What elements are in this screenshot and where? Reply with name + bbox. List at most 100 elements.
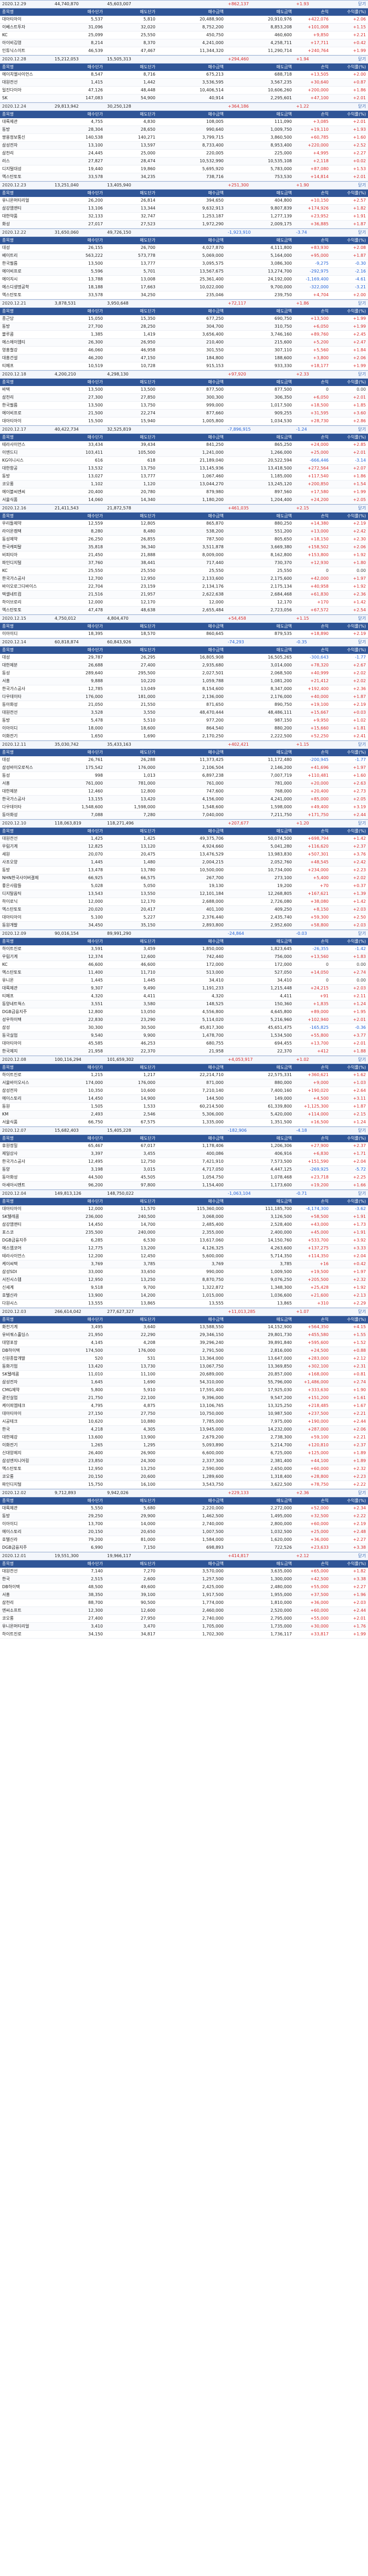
day-summary[interactable]: 2020.12.04 149,813,126 148,750,022 -1,063,1… bbox=[0, 1190, 368, 1198]
table-row[interactable]: 케이씨텍 3,769 3,785 3,769 3,785 +16 +0.42 bbox=[0, 1260, 368, 1268]
table-row[interactable]: 동방 29,250 29,900 1,462,500 1,495,000 +32,500 +… bbox=[0, 1513, 368, 1520]
table-row[interactable]: DGB금융지주 6,990 7,150 698,893 722,526 +23,633 +3… bbox=[0, 1544, 368, 1552]
table-row[interactable]: 대한항공 13,532 13,750 13,145,936 13,418,500 +272… bbox=[0, 465, 368, 473]
table-row[interactable]: 한국가스공사 12,785 13,049 8,154,600 8,347,000 +192… bbox=[0, 685, 368, 693]
table-row[interactable]: DB하이텍 48,500 49,600 2,425,000 2,480,000 +55,0… bbox=[0, 1583, 368, 1591]
table-row[interactable]: 하이트진로 1,215 1,217 22,214,710 22,575,331 +360,… bbox=[0, 1071, 368, 1079]
table-row[interactable]: 테라사이언스 33,434 39,434 841,250 865,250 +24,000 +… bbox=[0, 441, 368, 449]
table-row[interactable]: 서흥 9,888 10,220 1,059,788 1,081,200 +21,412 +2… bbox=[0, 677, 368, 685]
table-row[interactable]: 서흥 38,350 39,100 1,917,500 1,955,000 +37,500 +… bbox=[0, 1591, 368, 1599]
day-summary[interactable]: 2020.12.28 15,212,053 15,505,313 +294,460 +1… bbox=[0, 55, 368, 64]
table-row[interactable]: 하이로닉 12,000 12,170 2,688,000 2,726,080 +38,08… bbox=[0, 898, 368, 906]
table-row[interactable]: 이화전기 1,650 1,690 2,170,250 2,222,500 +52,250 +… bbox=[0, 733, 368, 741]
table-row[interactable]: 동성제약 26,250 26,855 787,500 805,650 +18,150 +2.… bbox=[0, 536, 368, 544]
table-row[interactable]: 한국 4,218 4,305 13,945,000 14,232,000 +287,000… bbox=[0, 1426, 368, 1434]
collapse-button[interactable]: 닫기 bbox=[331, 229, 368, 236]
table-row[interactable]: NHN한국사이버결제 66,925 66,575 267,700 273,100 +5,4… bbox=[0, 874, 368, 882]
collapse-button[interactable]: 닫기 bbox=[331, 820, 368, 827]
table-row[interactable]: 대원전선 7,140 7,270 3,570,000 3,635,000 +65,000 +… bbox=[0, 1568, 368, 1576]
table-row[interactable]: 삼성전자 1,645 1,690 54,310,000 55,796,000 +1,486… bbox=[0, 1379, 368, 1386]
table-row[interactable]: 서울식품 14,060 14,340 1,180,200 1,204,400 +24,20… bbox=[0, 496, 368, 504]
collapse-button[interactable]: 닫기 bbox=[331, 1127, 368, 1134]
table-row[interactable]: 다우데이타 176,000 181,000 2,136,000 2,176,000 +40… bbox=[0, 693, 368, 701]
day-summary[interactable]: 2020.12.11 35,030,742 35,433,163 +402,421 +1… bbox=[0, 741, 368, 749]
table-row[interactable]: 유비쿼스홀딩스 21,950 22,290 29,346,150 29,801,730 +… bbox=[0, 1331, 368, 1339]
table-row[interactable]: 대성 26,761 26,288 11,373,425 11,172,480 -200,9… bbox=[0, 756, 368, 764]
table-row[interactable]: 코오롱 27,400 27,950 2,740,000 2,795,000 +55,000… bbox=[0, 1615, 368, 1623]
table-row[interactable]: 다우데이타 1,548,600 1,598,000 1,548,600 1,598,00… bbox=[0, 804, 368, 811]
table-row[interactable]: 제일상사 3,397 3,455 400,086 406,916 +6,830 +1.71 bbox=[0, 1150, 368, 1158]
table-row[interactable]: 화천기계 3,495 3,640 13,588,550 14,152,900 +564,3… bbox=[0, 1323, 368, 1331]
table-row[interactable]: 파인디지털 37,760 38,441 717,440 730,370 +12,930 +1… bbox=[0, 559, 368, 567]
collapse-button[interactable]: 닫기 bbox=[331, 930, 368, 937]
table-row[interactable]: 대륙제관 9,307 9,490 1,191,233 1,215,448 +24,215 +… bbox=[0, 985, 368, 993]
collapse-button[interactable]: 닫기 bbox=[331, 1489, 368, 1497]
table-row[interactable]: 텍셀네트컴 21,516 21,957 2,622,638 2,684,468 +61,8… bbox=[0, 591, 368, 599]
table-row[interactable]: 삼강엠앤티 14,450 14,700 2,485,400 2,528,400 +43,0… bbox=[0, 1221, 368, 1229]
table-row[interactable]: 대아티아이 5,100 5,227 2,376,440 2,435,740 +59,300… bbox=[0, 914, 368, 922]
table-row[interactable]: DGB금융지주 6,285 6,530 13,617,060 14,150,760 +53… bbox=[0, 1237, 368, 1245]
table-row[interactable]: 에이지시 13,788 13,008 25,361,400 24,192,000 -1,1… bbox=[0, 276, 368, 284]
table-row[interactable]: 유니온머티리얼 3,410 3,470 1,705,000 1,735,000 +30,0… bbox=[0, 1623, 368, 1631]
table-row[interactable]: 동양 3,198 3,015 4,717,050 4,447,125 -269,925 -5… bbox=[0, 1166, 368, 1174]
table-row[interactable]: 대아티아이 12,000 11,570 115,360,000 111,185,700-… bbox=[0, 1205, 368, 1213]
table-row[interactable]: 엑스탄토토 47,478 48,638 2,655,484 2,723,056 +67,5… bbox=[0, 607, 368, 614]
table-row[interactable]: 비피티아 21,450 21,888 8,009,000 8,162,800 +153,8… bbox=[0, 551, 368, 559]
table-row[interactable]: 엔씨소프트 12,300 12,600 2,460,000 2,520,000 +60,0… bbox=[0, 1607, 368, 1615]
table-row[interactable]: 이화전기 1,265 1,295 5,093,890 5,214,700 +120,810… bbox=[0, 1442, 368, 1449]
table-row[interactable]: 이베스트투자 31,096 32,020 8,752,200 8,853,208 +101… bbox=[0, 24, 368, 32]
table-row[interactable]: 신대양제지 26,400 26,900 6,600,000 6,725,000 +125,… bbox=[0, 1449, 368, 1457]
table-row[interactable]: 서울식품 66,750 67,575 1,335,000 1,351,500 +16,50… bbox=[0, 1119, 368, 1127]
table-row[interactable]: 동양네트웍스 3,551 3,580 148,525 150,360 +1,835 +1.2… bbox=[0, 1000, 368, 1008]
day-summary[interactable]: 2020.12.09 90,016,154 89,991,290 -24,864 -0.… bbox=[0, 930, 368, 938]
table-row[interactable]: 동화기업 13,420 13,730 13,067,750 13,369,850 +302… bbox=[0, 1363, 368, 1371]
collapse-button[interactable]: 닫기 bbox=[331, 1056, 368, 1063]
table-row[interactable]: 삼강엠앤티 13,106 13,344 9,632,913 9,807,839 +174,… bbox=[0, 205, 368, 213]
table-row[interactable]: 동방 13,478 13,780 10,500,000 10,734,000 +234,0… bbox=[0, 867, 368, 874]
table-row[interactable]: 파인디지털 15,750 16,100 3,543,750 3,622,500 +78,7… bbox=[0, 1481, 368, 1489]
table-row[interactable]: 삼성엔지니어링 23,850 24,300 2,337,300 2,381,400 +44… bbox=[0, 1457, 368, 1465]
table-row[interactable]: 한국가스공사 13,155 13,420 4,156,000 4,241,000 +85,… bbox=[0, 796, 368, 804]
collapse-button[interactable]: 닫기 bbox=[331, 639, 368, 646]
table-row[interactable]: 엑스탄토토 11,400 11,710 513,000 527,050 +14,050 +2… bbox=[0, 969, 368, 977]
table-row[interactable]: 하이트진로 34,150 34,817 1,702,300 1,736,117 +33,8… bbox=[0, 1631, 368, 1639]
table-row[interactable]: SK 147,083 54,900 40,914 2,295,601 +47,100 +2.… bbox=[0, 95, 368, 102]
table-row[interactable]: 바이오로그디바이스 22,704 23,159 2,134,176 2,175,134 +… bbox=[0, 583, 368, 591]
collapse-button[interactable]: 닫기 bbox=[331, 1552, 368, 1560]
table-row[interactable]: 동아화성 44,500 45,505 1,054,750 1,078,468 +23,71… bbox=[0, 1174, 368, 1182]
table-row[interactable]: 유니온 1,445 1,445 34,410 34,410 0 0.00 bbox=[0, 977, 368, 985]
day-summary[interactable]: 2020.12.21 3,878,531 3,950,648 +72,117 +1.86… bbox=[0, 299, 368, 308]
table-row[interactable]: CMG제약 5,800 5,910 17,591,400 17,925,030 +333,… bbox=[0, 1386, 368, 1394]
table-row[interactable]: 성우하이텍 22,830 23,290 5,114,020 5,216,960 +102,… bbox=[0, 1016, 368, 1024]
collapse-button[interactable]: 닫기 bbox=[331, 741, 368, 748]
table-row[interactable]: 삼성전자 10,350 10,600 7,210,140 7,400,160 +190,0… bbox=[0, 1087, 368, 1095]
table-row[interactable]: 서진시스템 12,950 13,250 8,870,750 9,076,250 +205,… bbox=[0, 1276, 368, 1284]
table-row[interactable]: 대아티아이 5,537 5,810 20,488,900 20,910,976 +422,… bbox=[0, 16, 368, 24]
table-row[interactable]: 삼천리 24,445 25,000 220,005 225,000 +4,995 +2.27 bbox=[0, 150, 368, 158]
collapse-button[interactable]: 닫기 bbox=[331, 1190, 368, 1197]
table-row[interactable]: 대성 29,787 26,295 16,805,908 16,505,265 -300,6… bbox=[0, 654, 368, 662]
table-row[interactable]: KM 2,493 2,546 5,306,000 5,420,000 +114,000 +2… bbox=[0, 1111, 368, 1119]
collapse-button[interactable]: 닫기 bbox=[331, 103, 368, 110]
table-row[interactable]: 코오롱 20,150 20,600 1,289,600 1,318,400 +28,800… bbox=[0, 1473, 368, 1481]
collapse-button[interactable]: 닫기 bbox=[331, 505, 368, 512]
table-row[interactable]: 사조오양 1,445 1,480 2,004,215 2,052,760 +48,545 +… bbox=[0, 859, 368, 867]
day-summary[interactable]: 2020.12.24 29,813,942 30,250,128 +364,186 +1… bbox=[0, 102, 368, 111]
table-row[interactable]: 에이스토리 14,450 14,900 144,500 149,000 +4,500 +3.… bbox=[0, 1095, 368, 1103]
table-row[interactable]: 에스디생명공학 18,188 17,663 10,022,000 9,700,000 -3… bbox=[0, 284, 368, 291]
table-row[interactable]: 테라사이언스 12,200 12,450 5,600,000 5,714,350 +114… bbox=[0, 1253, 368, 1260]
table-row[interactable]: 광진실업 21,750 22,100 9,396,000 9,547,200 +151,2… bbox=[0, 1394, 368, 1402]
table-row[interactable]: 에이비프로 21,500 22,274 877,660 909,255 +31,595 +3… bbox=[0, 410, 368, 418]
table-row[interactable]: 대아티아이 45,585 46,253 680,755 694,455 +13,700 +2… bbox=[0, 1040, 368, 1048]
table-row[interactable]: 에이블씨엔씨 20,400 20,780 879,980 897,560 +17,580 +… bbox=[0, 488, 368, 496]
table-row[interactable]: DGB금융지주 12,800 13,050 4,556,800 4,645,800 +89… bbox=[0, 1008, 368, 1016]
table-row[interactable]: 신세계 9,518 9,700 1,322,872 1,348,300 +25,428 +1… bbox=[0, 1284, 368, 1292]
table-row[interactable]: 대한제강 13,600 13,900 2,679,200 2,738,300 +59,10… bbox=[0, 1434, 368, 1442]
table-row[interactable]: 대아티아이 27,150 27,750 10,750,000 10,987,500 +23… bbox=[0, 1410, 368, 1418]
table-row[interactable]: 쌍용정보통신 140,538 140,271 3,799,715 3,860,500 +6… bbox=[0, 134, 368, 142]
table-row[interactable]: KC 25,099 25,550 450,750 460,600 +9,850 +2.21 bbox=[0, 32, 368, 39]
table-row[interactable]: 러스 27,827 28,474 10,532,990 10,535,108 +2,118… bbox=[0, 158, 368, 165]
collapse-button[interactable]: 닫기 bbox=[331, 426, 368, 433]
table-row[interactable]: 이아이디 18,395 18,570 860,645 879,535 +18,890 +2.… bbox=[0, 630, 368, 638]
table-row[interactable]: 동국실업 9,540 9,900 1,478,700 1,534,500 +55,800 +… bbox=[0, 1032, 368, 1040]
